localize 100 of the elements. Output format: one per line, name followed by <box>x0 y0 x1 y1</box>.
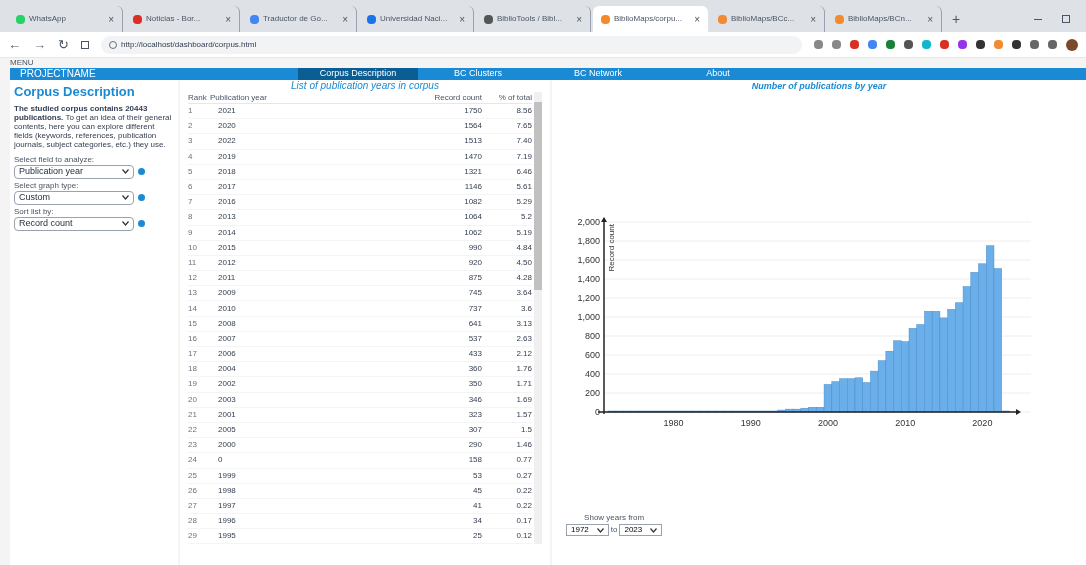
table-cell-text: 360 <box>467 363 482 376</box>
field-label: Select graph type: <box>14 180 80 191</box>
table-cell-text: 22 <box>188 424 198 437</box>
table-cell-text: 20 <box>188 393 198 406</box>
table-cell-text: 2009 <box>217 287 237 300</box>
table-cell-text: 1.69 <box>515 393 532 406</box>
table-cell-text: 737 <box>467 302 482 315</box>
table-cell-text: 990 <box>467 241 482 254</box>
table-cell-text: 537 <box>467 332 482 345</box>
table-cell-text: 11 <box>188 256 198 269</box>
table-cell-text: 1513 <box>463 135 482 148</box>
table-cell-text: 307 <box>467 424 482 437</box>
table-cell-text: 27 <box>188 499 198 512</box>
table-cell-text: 2002 <box>217 378 237 391</box>
table-cell-text: 2005 <box>217 424 237 437</box>
y-tick-label: 600 <box>584 350 600 360</box>
table-cell-text: 16 <box>188 332 198 345</box>
y-tick-label: 1,400 <box>577 274 600 284</box>
table-cell-text: 0.17 <box>515 515 532 528</box>
table-cell-text: 21 <box>188 408 198 421</box>
y-axis-label: Record count <box>607 224 616 272</box>
table-cell-text: 2015 <box>217 241 237 254</box>
range-label: Show years from <box>584 512 645 524</box>
table-cell-text: 2001 <box>217 408 237 421</box>
table-cell-text: 34 <box>472 515 482 528</box>
table-cell-text: 2019 <box>217 150 237 163</box>
chart-title: Number of publications by year <box>751 80 887 92</box>
table-cell-text: 2016 <box>217 196 237 209</box>
table-cell-text: 45 <box>472 484 482 497</box>
x-tick-label: 1980 <box>663 418 684 428</box>
table-cell-text: 1995 <box>217 530 237 543</box>
table-cell-text: 5.61 <box>515 181 532 194</box>
table-cell-text: 1 <box>188 105 194 118</box>
description: The studied corpus contains 20443 publications. To get an idea of their general contents, here you can explore different fields (keywords, references, publication journals, subject categories, etc.) they use. <box>14 103 173 149</box>
table-cell-text: 1146 <box>463 181 482 194</box>
table-cell-text: 1062 <box>463 226 482 239</box>
table-cell-text: 2012 <box>217 256 237 269</box>
table-cell-text: 641 <box>467 317 482 330</box>
table-cell-text: 3 <box>188 135 194 148</box>
table-cell-text: 1750 <box>463 105 482 118</box>
table-cell-text: 6 <box>188 181 194 194</box>
table-cell-text: 2010 <box>217 302 237 315</box>
table-cell-text: 1997 <box>217 499 237 512</box>
table-cell-text: 8 <box>188 211 194 224</box>
table-cell-text: 323 <box>467 408 482 421</box>
table-cell-text: 0 <box>217 454 224 467</box>
table-cell-text: 0.12 <box>515 530 532 543</box>
field-label: Sort list by: <box>14 206 55 217</box>
table-cell-text: 13 <box>188 287 198 300</box>
table-cell-text: 2006 <box>217 348 237 361</box>
table-cell-text: 7.40 <box>515 135 532 148</box>
table-cell-text: 4.28 <box>515 272 532 285</box>
table-cell-text: 41 <box>472 499 482 512</box>
table-cell-text: 1996 <box>217 515 237 528</box>
table-cell-text: 5 <box>188 165 194 178</box>
table-cell-text: 5.2 <box>519 211 532 224</box>
table-cell-text: 2021 <box>217 105 237 118</box>
table-cell-text: 9 <box>188 226 194 239</box>
table-cell-text: 2018 <box>217 165 237 178</box>
table-cell-text: 25 <box>472 530 482 543</box>
table-cell-text: 920 <box>467 256 482 269</box>
table-cell-text: 7 <box>188 196 194 209</box>
table-cell-text: 2003 <box>217 393 237 406</box>
table-cell-text: 1564 <box>463 120 482 133</box>
table-cell-text: 10 <box>188 241 198 254</box>
table-cell-text: 18 <box>188 363 198 376</box>
table-cell-text: 1064 <box>463 211 482 224</box>
table-cell-text: 23 <box>188 439 198 452</box>
y-tick-label: 1,600 <box>577 255 600 265</box>
table-cell-text: 2 <box>188 120 194 133</box>
table-cell-text: 745 <box>467 287 482 300</box>
table-cell-text: 4.84 <box>515 241 532 254</box>
y-tick-label: 400 <box>584 369 600 379</box>
y-tick-label: 1,800 <box>577 236 600 246</box>
table-cell-text: 2000 <box>217 439 237 452</box>
table-title: List of publication years in corpus <box>290 80 440 92</box>
x-tick-label: 2000 <box>817 418 838 428</box>
table-cell-text: 1082 <box>463 196 482 209</box>
table-cell-text: 350 <box>467 378 482 391</box>
table-cell-text: 14 <box>188 302 198 315</box>
y-tick-label: 1,200 <box>577 293 600 303</box>
table-cell-text: 875 <box>467 272 482 285</box>
table-cell-text: 5.29 <box>515 196 532 209</box>
table-cell-text: 2014 <box>217 226 237 239</box>
y-tick-label: 800 <box>584 331 600 341</box>
table-cell-text: 28 <box>188 515 198 528</box>
table-cell-text: 4 <box>188 150 194 163</box>
sidebar-title: Corpus Description <box>14 83 136 101</box>
table-cell-text: 15 <box>188 317 198 330</box>
y-tick-label: 200 <box>584 388 600 398</box>
table-cell-text: 25 <box>188 469 198 482</box>
y-tick-label: 2,000 <box>577 217 600 227</box>
table-cell-text: 0.22 <box>515 484 532 497</box>
table-cell-text: 29 <box>188 530 198 543</box>
x-tick-label: 2010 <box>895 418 916 428</box>
x-tick-label: 1990 <box>740 418 761 428</box>
table-cell-text: 17 <box>188 348 198 361</box>
x-tick-label: 2020 <box>972 418 993 428</box>
table-cell-text: 1999 <box>217 469 237 482</box>
field-label: Select field to analyze: <box>14 154 96 165</box>
